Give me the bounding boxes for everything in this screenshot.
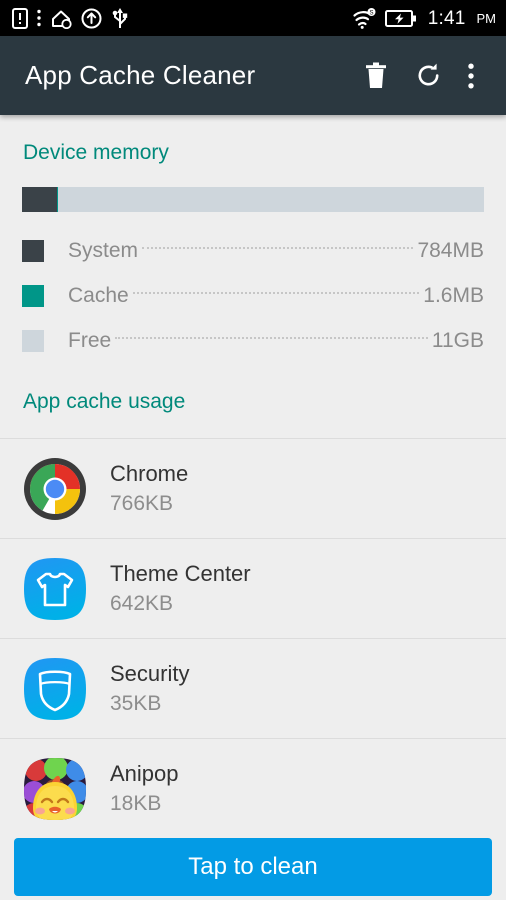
delete-button[interactable] bbox=[350, 50, 402, 102]
app-name: Chrome bbox=[110, 460, 189, 486]
list-item-text: Theme Center 642KB bbox=[110, 560, 251, 618]
more-vert-icon bbox=[468, 63, 474, 88]
list-item[interactable]: Chrome 766KB bbox=[0, 439, 506, 539]
svg-text:S: S bbox=[369, 10, 373, 16]
legend-value-system: 784MB bbox=[417, 238, 484, 262]
legend-leader-dots bbox=[142, 246, 414, 249]
device-memory-bar bbox=[22, 187, 484, 212]
app-name: Theme Center bbox=[110, 560, 251, 586]
list-item[interactable]: Theme Center 642KB bbox=[0, 539, 506, 639]
legend-swatch-cache bbox=[22, 284, 44, 307]
circle-up-arrow-icon bbox=[81, 8, 102, 28]
anipop-icon bbox=[22, 756, 88, 822]
trash-icon bbox=[366, 62, 386, 88]
legend-swatch-free bbox=[22, 329, 44, 352]
app-bar-actions bbox=[350, 50, 488, 102]
main-content: Device memory System 784MB Cache 1.6MB F… bbox=[0, 115, 506, 900]
status-bar-left-icons bbox=[12, 7, 129, 29]
overflow-menu-button[interactable] bbox=[454, 50, 488, 102]
legend-swatch-system bbox=[22, 239, 44, 262]
chrome-icon bbox=[22, 456, 88, 522]
app-cache-size: 642KB bbox=[110, 592, 174, 616]
legend-leader-dots bbox=[132, 291, 420, 294]
memory-bar-segment-system bbox=[22, 187, 57, 212]
legend-value-free: 11GB bbox=[431, 328, 484, 352]
list-item[interactable]: Anipop 18KB bbox=[0, 739, 506, 839]
status-bar: S 1:41 PM bbox=[0, 0, 506, 36]
app-name: Security bbox=[110, 660, 190, 686]
app-cache-list: Chrome 766KB Theme Center 642KB Security… bbox=[0, 438, 506, 839]
more-vert-icon bbox=[37, 9, 41, 27]
device-memory-section-title: Device memory bbox=[23, 141, 169, 164]
tshirt-icon bbox=[22, 556, 88, 622]
device-memory-legend: System 784MB Cache 1.6MB Free 11GB bbox=[0, 228, 506, 363]
sim-alert-icon bbox=[12, 7, 28, 29]
app-cache-size: 766KB bbox=[110, 492, 174, 516]
list-item-text: Anipop 18KB bbox=[110, 760, 179, 818]
bottom-action-bar: Tap to clean bbox=[0, 834, 506, 900]
legend-label-system: System bbox=[68, 238, 139, 262]
list-item-text: Chrome 766KB bbox=[110, 460, 188, 518]
wifi-s-icon: S bbox=[353, 7, 376, 29]
app-name: Anipop bbox=[110, 760, 179, 786]
memory-bar-segment-cache bbox=[56, 187, 59, 212]
upload-home-icon bbox=[52, 10, 72, 29]
usb-icon bbox=[112, 8, 128, 28]
battery-charging-icon bbox=[384, 9, 416, 27]
legend-label-free: Free bbox=[68, 328, 112, 352]
list-item-text: Security 35KB bbox=[110, 660, 189, 718]
app-cache-size: 18KB bbox=[110, 792, 162, 816]
status-clock-ampm: PM bbox=[476, 10, 497, 26]
status-clock: 1:41 bbox=[427, 7, 466, 29]
page-title: App Cache Cleaner bbox=[25, 60, 256, 90]
list-item[interactable]: Security 35KB bbox=[0, 639, 506, 739]
legend-row-free: Free 11GB bbox=[0, 318, 506, 363]
refresh-button[interactable] bbox=[402, 50, 454, 102]
app-cache-size: 35KB bbox=[110, 692, 162, 716]
legend-value-cache: 1.6MB bbox=[423, 283, 484, 307]
shield-icon bbox=[22, 656, 88, 722]
app-cache-section-title: App cache usage bbox=[23, 390, 186, 413]
tap-to-clean-button[interactable]: Tap to clean bbox=[14, 838, 492, 896]
status-bar-right-icons: S 1:41 PM bbox=[352, 7, 497, 29]
legend-label-cache: Cache bbox=[68, 283, 129, 307]
legend-row-cache: Cache 1.6MB bbox=[0, 273, 506, 318]
app-bar: App Cache Cleaner bbox=[0, 36, 506, 115]
legend-leader-dots bbox=[115, 336, 428, 339]
legend-row-system: System 784MB bbox=[0, 228, 506, 273]
refresh-icon bbox=[418, 63, 439, 86]
